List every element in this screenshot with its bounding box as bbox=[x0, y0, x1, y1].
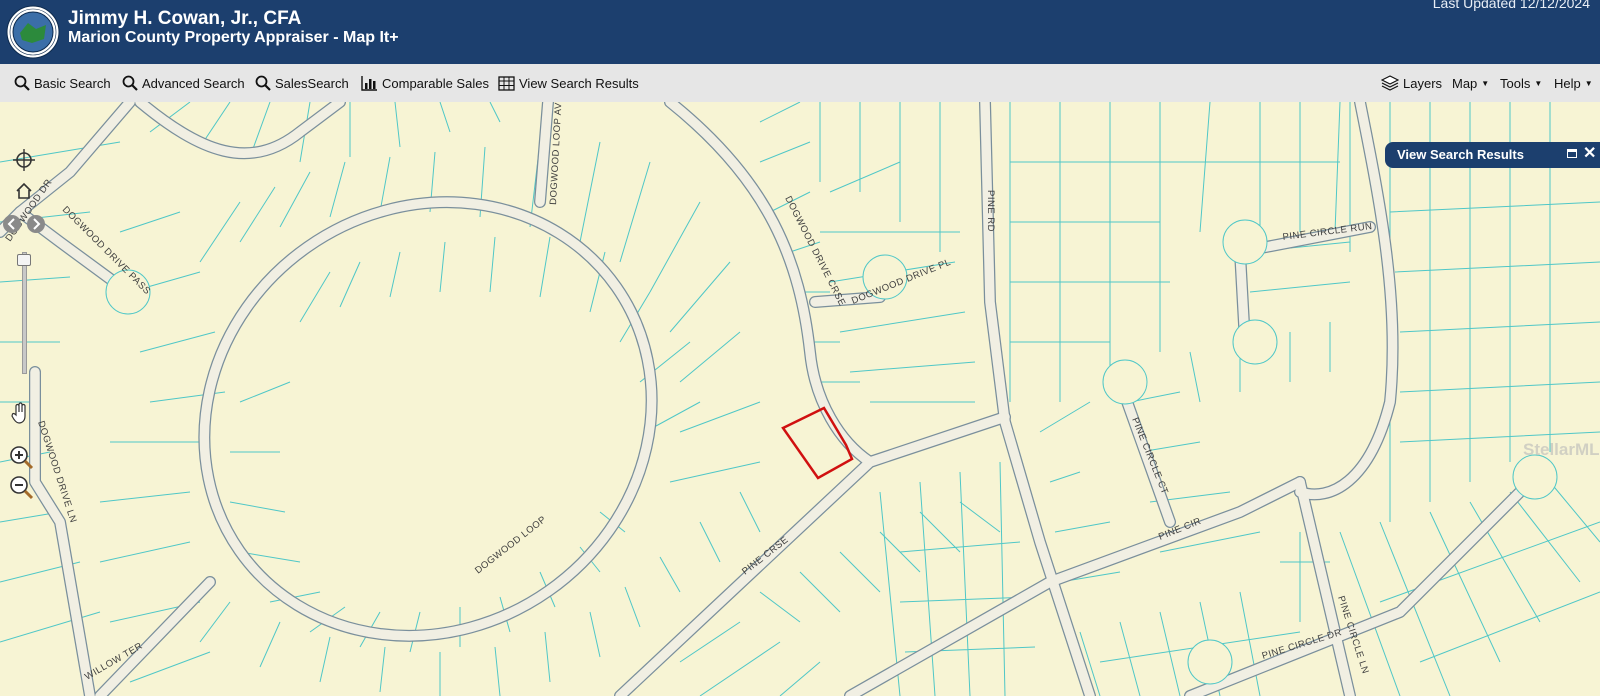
home-icon[interactable] bbox=[15, 182, 33, 200]
table-grid-icon bbox=[498, 75, 515, 91]
pan-hand-icon[interactable] bbox=[10, 402, 30, 424]
help-menu[interactable]: Help ▼ bbox=[1554, 64, 1593, 102]
search-results-panel[interactable]: View Search Results ✕ bbox=[1385, 142, 1600, 168]
street-label: PINE RD bbox=[985, 190, 996, 232]
app-subtitle: Marion County Property Appraiser - Map I… bbox=[68, 29, 399, 46]
map-canvas[interactable]: DOGWOOD LOOP AVE DOGWOOD DRIVE CRSE DOGW… bbox=[0, 102, 1600, 696]
main-toolbar: Basic Search Advanced Search SalesSearch… bbox=[0, 64, 1600, 103]
comparable-sales-button[interactable]: Comparable Sales bbox=[361, 64, 489, 102]
help-menu-label: Help bbox=[1554, 75, 1581, 91]
basic-search-button[interactable]: Basic Search bbox=[14, 64, 111, 102]
tools-menu-label: Tools bbox=[1500, 75, 1531, 91]
search-icon bbox=[122, 75, 138, 91]
advanced-search-button[interactable]: Advanced Search bbox=[122, 64, 245, 102]
search-icon bbox=[14, 75, 30, 91]
stellarmls-watermark: StellarMLS bbox=[1523, 440, 1600, 459]
view-search-results-button[interactable]: View Search Results bbox=[498, 64, 639, 102]
street-label: DOGWOOD LOOP bbox=[473, 514, 549, 576]
street-label: PINE CIRCLE CT bbox=[1129, 416, 1170, 496]
tools-menu[interactable]: Tools ▼ bbox=[1500, 64, 1542, 102]
property-appraiser-seal-logo bbox=[6, 5, 60, 59]
road-network bbox=[0, 102, 1558, 696]
map-menu-label: Map bbox=[1452, 75, 1478, 91]
pan-right-icon[interactable] bbox=[26, 214, 46, 234]
zoom-slider-track[interactable] bbox=[22, 252, 27, 374]
layers-menu[interactable]: Layers bbox=[1381, 64, 1442, 102]
pan-left-icon[interactable] bbox=[2, 214, 22, 234]
maximize-icon[interactable] bbox=[1567, 149, 1577, 158]
appraiser-name: Jimmy H. Cowan, Jr., CFA bbox=[68, 8, 302, 29]
caret-down-icon: ▼ bbox=[1481, 78, 1490, 88]
view-search-results-label: View Search Results bbox=[519, 75, 639, 91]
zoom-out-icon[interactable] bbox=[9, 475, 35, 501]
layers-icon bbox=[1381, 75, 1399, 91]
sales-search-label: SalesSearch bbox=[275, 75, 349, 91]
app-header: Jimmy H. Cowan, Jr., CFA Marion County P… bbox=[0, 0, 1600, 64]
zoom-in-icon[interactable] bbox=[9, 445, 35, 471]
parcel-map[interactable]: DOGWOOD LOOP AVE DOGWOOD DRIVE CRSE DOGW… bbox=[0, 102, 1600, 696]
bar-chart-icon bbox=[361, 76, 377, 91]
caret-down-icon: ▼ bbox=[1584, 78, 1593, 88]
caret-down-icon: ▼ bbox=[1534, 78, 1543, 88]
last-updated-text: Last Updated 12/12/2024 bbox=[1432, 0, 1590, 11]
advanced-search-label: Advanced Search bbox=[142, 75, 245, 91]
search-icon bbox=[255, 75, 271, 91]
sales-search-button[interactable]: SalesSearch bbox=[255, 64, 349, 102]
comparable-sales-label: Comparable Sales bbox=[382, 75, 489, 91]
layers-label: Layers bbox=[1403, 75, 1443, 91]
street-label: PINE CRSE bbox=[740, 534, 791, 577]
zoom-slider-handle[interactable] bbox=[17, 254, 31, 266]
parcel-lines bbox=[0, 102, 1600, 696]
map-menu[interactable]: Map ▼ bbox=[1452, 64, 1489, 102]
close-icon[interactable]: ✕ bbox=[1583, 145, 1596, 163]
basic-search-label: Basic Search bbox=[34, 75, 111, 91]
search-results-panel-title: View Search Results bbox=[1397, 147, 1524, 162]
locate-crosshair-icon[interactable] bbox=[12, 148, 36, 172]
